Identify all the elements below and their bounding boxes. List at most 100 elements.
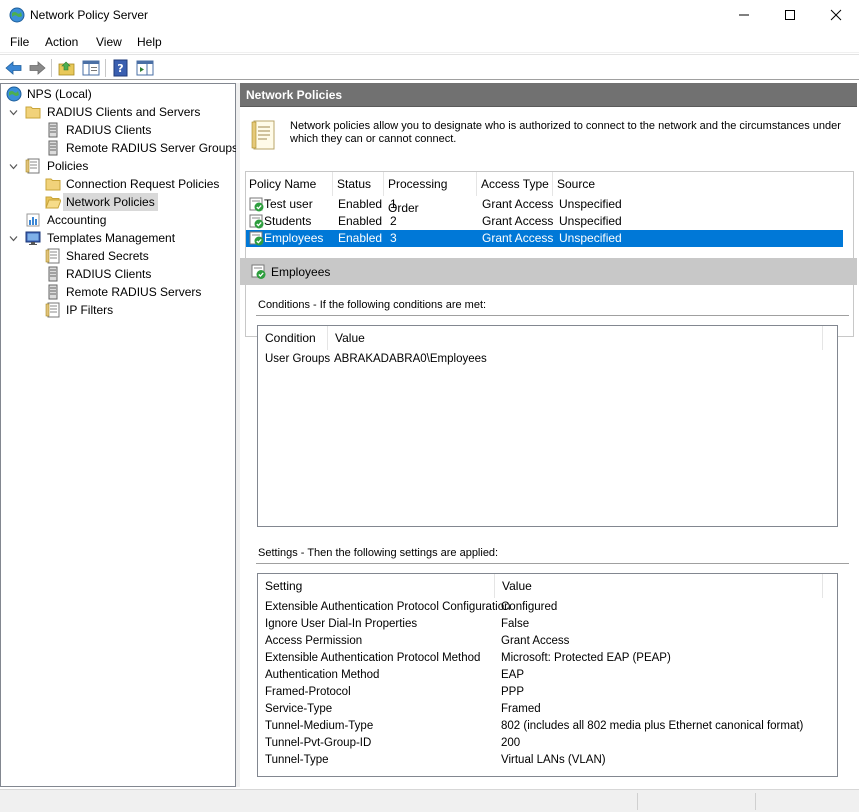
column-header-processing-order[interactable]: Processing Order — [385, 172, 477, 215]
list-item[interactable]: Extensible Authentication Protocol Confi… — [258, 599, 823, 616]
show-hide-action-pane-button[interactable] — [135, 58, 155, 78]
up-folder-icon — [58, 61, 75, 76]
setting-value: Grant Access — [501, 635, 570, 647]
tree-item-remote-radius-groups[interactable]: Remote RADIUS Server Groups — [1, 139, 238, 157]
menu-bar: File Action View Help — [0, 31, 859, 53]
tree-label: IP Filters — [66, 303, 114, 317]
list-item[interactable]: User Groups ABRAKADABRA0\Employees — [258, 351, 823, 368]
tree-label: Network Policies — [63, 193, 158, 211]
list-item[interactable]: Access Permission Grant Access — [258, 633, 823, 650]
policy-source: Unspecified — [559, 214, 622, 228]
close-button[interactable] — [813, 0, 859, 31]
setting-value: EAP — [501, 669, 525, 681]
column-header-condition[interactable]: Condition — [258, 326, 328, 350]
policy-order: 2 — [390, 214, 397, 228]
list-item[interactable]: Service-Type Framed — [258, 701, 823, 718]
table-row[interactable]: Test user Enabled 1 Grant Access Unspeci… — [246, 196, 843, 213]
table-row[interactable]: Students Enabled 2 Grant Access Unspecif… — [246, 213, 843, 230]
policy-order: 3 — [390, 231, 397, 245]
section-divider — [256, 563, 849, 564]
console-tree-icon — [82, 60, 100, 76]
action-pane-icon — [136, 60, 154, 76]
list-item[interactable]: Ignore User Dial-In Properties False — [258, 616, 823, 633]
policy-status: Enabled — [338, 231, 383, 245]
show-hide-console-tree-button[interactable] — [81, 58, 101, 78]
panel-title: Network Policies — [246, 88, 343, 102]
status-divider — [755, 793, 756, 810]
chevron-down-icon[interactable] — [9, 162, 18, 171]
tree-item-network-policies[interactable]: Network Policies — [1, 193, 231, 211]
policy-name: Employees — [264, 231, 324, 245]
folder-icon — [45, 178, 61, 191]
conditions-label: Conditions - If the following conditions… — [258, 299, 487, 311]
forward-button[interactable] — [27, 58, 47, 78]
tree-item-radius-clients[interactable]: RADIUS Clients — [1, 121, 231, 139]
column-header-policy-name[interactable]: Policy Name — [246, 172, 333, 196]
settings-label: Settings - Then the following settings a… — [258, 547, 499, 559]
menu-help[interactable]: Help — [137, 35, 162, 49]
list-item[interactable]: Framed-Protocol PPP — [258, 684, 823, 701]
menu-file[interactable]: File — [10, 35, 29, 49]
list-item[interactable]: Tunnel-Medium-Type 802 (includes all 802… — [258, 718, 823, 735]
templates-monitor-icon — [25, 231, 41, 245]
list-item[interactable]: Authentication Method EAP — [258, 667, 823, 684]
policy-source: Unspecified — [559, 231, 622, 245]
list-item[interactable]: Tunnel-Type Virtual LANs (VLAN) — [258, 752, 823, 769]
column-header-value[interactable]: Value — [328, 326, 823, 350]
setting-value: 200 — [501, 737, 521, 749]
open-folder-icon — [45, 196, 61, 209]
tree-item-tm-radius-clients[interactable]: RADIUS Clients — [1, 265, 231, 283]
column-header-value[interactable]: Value — [495, 574, 823, 598]
setting-name: Extensible Authentication Protocol Confi… — [265, 601, 511, 613]
menu-view[interactable]: View — [96, 35, 122, 49]
list-item[interactable]: Extensible Authentication Protocol Metho… — [258, 650, 823, 667]
back-button[interactable] — [4, 58, 24, 78]
minimize-button[interactable] — [721, 0, 767, 31]
chevron-down-icon[interactable] — [9, 234, 18, 243]
nps-globe-icon — [6, 86, 22, 102]
policy-enabled-icon — [251, 264, 266, 279]
tree-item-policies[interactable]: Policies — [1, 157, 221, 175]
tree-item-connection-request-policies[interactable]: Connection Request Policies — [1, 175, 231, 193]
maximize-button[interactable] — [767, 0, 813, 31]
policy-document-icon — [25, 158, 40, 174]
tree-label: Connection Request Policies — [66, 177, 220, 191]
tree-item-ip-filters[interactable]: IP Filters — [1, 301, 231, 319]
help-button[interactable]: ? — [111, 58, 131, 78]
setting-name: Tunnel-Type — [265, 754, 329, 766]
tree-label: NPS (Local) — [27, 87, 92, 101]
tree-item-radius-clients-servers[interactable]: RADIUS Clients and Servers — [1, 103, 221, 121]
server-icon — [48, 266, 58, 282]
tree-item-remote-radius-servers[interactable]: Remote RADIUS Servers — [1, 283, 231, 301]
tree-item-templates-management[interactable]: Templates Management — [1, 229, 221, 247]
setting-name: Authentication Method — [265, 669, 380, 681]
policy-name: Students — [264, 214, 312, 228]
minimize-icon — [739, 14, 749, 16]
policy-enabled-icon — [249, 231, 264, 246]
policy-access-type: Grant Access — [482, 214, 554, 228]
column-header-setting[interactable]: Setting — [258, 574, 495, 598]
folder-icon — [25, 106, 41, 119]
setting-name: Extensible Authentication Protocol Metho… — [265, 652, 481, 664]
tree-item-shared-secrets[interactable]: Shared Secrets — [1, 247, 231, 265]
tree-label: Shared Secrets — [66, 249, 149, 263]
menu-action[interactable]: Action — [45, 35, 78, 49]
setting-value: Framed — [501, 703, 541, 715]
toolbar: ? — [0, 54, 859, 80]
back-arrow-icon — [5, 61, 22, 75]
column-header-access-type[interactable]: Access Type — [478, 172, 553, 196]
panel-header: Network Policies — [240, 83, 857, 107]
maximize-icon — [785, 10, 795, 20]
tree-item-accounting[interactable]: Accounting — [1, 211, 221, 229]
chevron-down-icon[interactable] — [9, 108, 18, 117]
up-folder-button[interactable] — [57, 58, 77, 78]
tree-label: RADIUS Clients — [66, 123, 152, 137]
title-bar: Network Policy Server — [0, 0, 859, 31]
list-item[interactable]: Tunnel-Pvt-Group-ID 200 — [258, 735, 823, 752]
column-header-status[interactable]: Status — [334, 172, 384, 196]
setting-name: Service-Type — [265, 703, 333, 715]
table-row[interactable]: Employees Enabled 3 Grant Access Unspeci… — [246, 230, 843, 247]
column-header-source[interactable]: Source — [554, 172, 843, 196]
policy-source: Unspecified — [559, 197, 622, 211]
status-bar — [0, 789, 859, 812]
